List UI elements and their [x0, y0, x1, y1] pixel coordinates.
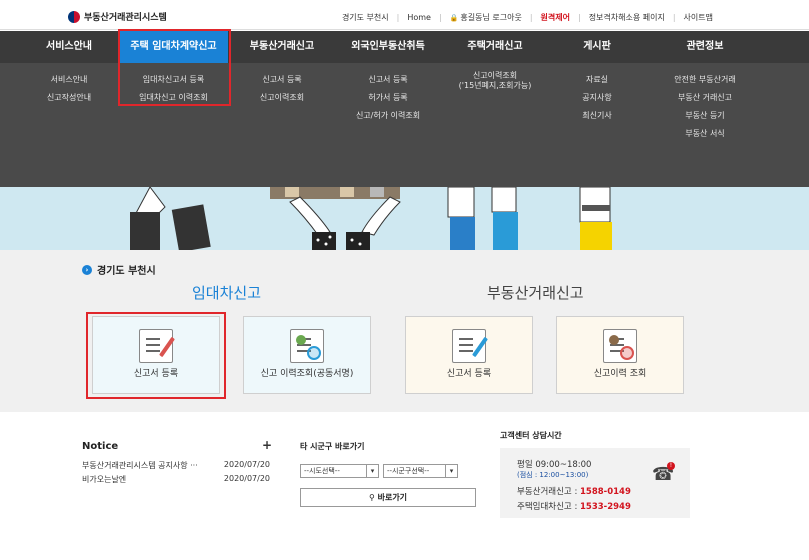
- menu-col-foreigner: 신고서 등록 허가서 등록 신고/허가 이력조회: [340, 71, 436, 125]
- footer-section: Notice + 부동산거래관리시스템 공지사항 ··· 2020/07/20 …: [0, 412, 809, 560]
- menu-item[interactable]: 서비스안내: [30, 71, 108, 89]
- menu-item[interactable]: 최신기사: [567, 107, 627, 125]
- menu-item[interactable]: 신고서 등록: [238, 71, 326, 89]
- government-emblem-icon: [68, 10, 80, 23]
- nav-housing-trade[interactable]: 주택거래신고: [455, 31, 535, 63]
- customer-center-box: 평일 09:00~18:00 (점심 : 12:00~13:00) 부동산거래신…: [500, 448, 690, 518]
- menu-col-board: 자료실 공지사항 최신기사: [567, 71, 627, 125]
- menu-item-note: ('15년폐지,조회가능): [458, 81, 532, 90]
- nav-realestate-trade[interactable]: 부동산거래신고: [238, 31, 326, 63]
- menu-col-trade: 신고서 등록 신고이력조회: [238, 71, 326, 107]
- menu-item[interactable]: 신고서 등록: [340, 71, 436, 89]
- shortcut-title: 타 시군구 바로가기: [300, 442, 365, 451]
- current-region-link[interactable]: 경기도 부천시: [342, 12, 389, 23]
- trade-register-card[interactable]: 신고서 등록: [405, 316, 533, 394]
- document-search-icon: [603, 329, 637, 363]
- search-icon: ⚲: [368, 493, 375, 502]
- nav-related-info[interactable]: 관련정보: [672, 31, 738, 63]
- menu-item[interactable]: 신고/허가 이력조회: [340, 107, 436, 125]
- sitemap-link[interactable]: 사이트맵: [684, 12, 713, 23]
- lunch-hours: (점심 : 12:00~13:00): [517, 470, 588, 480]
- menu-item[interactable]: 부동산 등기: [660, 107, 750, 125]
- nav-service-guide[interactable]: 서비스안내: [30, 31, 108, 63]
- notice-row-title[interactable]: 비가오는날엔: [82, 474, 126, 485]
- logout-link[interactable]: 홍길동님 로그아웃: [460, 12, 521, 23]
- trade-phone-number[interactable]: 1588-0149: [580, 487, 631, 497]
- nav-board[interactable]: 게시판: [567, 31, 627, 63]
- rental-phone-label: 주택임대차신고 :: [517, 502, 581, 512]
- menu-col-related: 안전한 부동산거래 부동산 거래신고 부동산 등기 부동산 서식: [660, 71, 750, 143]
- document-search-icon: [290, 329, 324, 363]
- card-highlight-box: [86, 312, 226, 399]
- phone-badge-icon: !: [667, 462, 675, 470]
- utility-links: 경기도 부천시 | Home | 🔒 홍길동님 로그아웃 | 원격제어 | 정보…: [341, 12, 713, 23]
- sido-select[interactable]: --시도선택-- ▾: [300, 464, 379, 478]
- trade-section-title: 부동산거래신고: [487, 284, 584, 302]
- rental-history-card[interactable]: 신고 이력조회(공동서명): [243, 316, 371, 394]
- trade-phone-line: 부동산거래신고 : 1588-0149: [517, 485, 631, 497]
- customer-center-title: 고객센터 상담시간: [500, 431, 562, 440]
- site-logo-text: 부동산거래관리시스템: [84, 13, 167, 23]
- menu-col-service: 서비스안내 신고작성안내: [30, 71, 108, 107]
- menu-item[interactable]: 신고작성안내: [30, 89, 108, 107]
- menu-item[interactable]: 안전한 부동산거래: [660, 71, 750, 89]
- card-label: 신고서 등록: [446, 369, 492, 379]
- notice-row-title[interactable]: 부동산거래관리시스템 공지사항 ···: [82, 460, 198, 471]
- top-bar: 부동산거래관리시스템 경기도 부천시 | Home | 🔒 홍길동님 로그아웃 …: [0, 0, 809, 30]
- hands-illustration: [130, 187, 612, 250]
- location-text: 경기도 부천시: [97, 266, 156, 277]
- go-button-label: 바로가기: [377, 493, 408, 502]
- sido-select-value: --시도선택--: [304, 467, 340, 475]
- notice-title: Notice: [82, 441, 119, 452]
- hero-banner: [0, 187, 809, 250]
- menu-item[interactable]: 부동산 거래신고: [660, 89, 750, 107]
- menu-item[interactable]: 자료실: [567, 71, 627, 89]
- rental-phone-line: 주택임대차신고 : 1533-2949: [517, 500, 631, 512]
- chevron-right-icon: ›: [82, 264, 92, 275]
- rental-phone-number[interactable]: 1533-2949: [580, 502, 631, 512]
- notice-row[interactable]: 부동산거래관리시스템 공지사항 ··· 2020/07/20: [82, 460, 270, 471]
- menu-col-housing: 신고이력조회 ('15년폐지,조회가능): [440, 71, 550, 91]
- menu-item[interactable]: 신고이력조회: [440, 71, 550, 81]
- menu-item[interactable]: 신고이력조회: [238, 89, 326, 107]
- notice-row-date: 2020/07/20: [223, 460, 270, 469]
- accessibility-page-link[interactable]: 정보격차해소용 페이지: [589, 12, 665, 23]
- site-logo[interactable]: 부동산거래관리시스템: [68, 10, 167, 23]
- chevron-down-icon: ▾: [366, 465, 378, 477]
- notice-row-date: 2020/07/20: [223, 474, 270, 483]
- card-label: 신고 이력조회(공동서명): [260, 369, 354, 379]
- location-indicator: › 경기도 부천시: [82, 262, 156, 277]
- lock-icon: 🔒: [449, 13, 459, 22]
- card-label: 신고이력 조회: [593, 369, 647, 379]
- lunch-hours-text: (점심 : 12:00~13:00): [517, 471, 589, 479]
- go-button[interactable]: ⚲ 바로가기: [300, 488, 476, 507]
- home-link[interactable]: Home: [407, 13, 431, 22]
- menu-item[interactable]: 부동산 서식: [660, 125, 750, 143]
- weekday-hours: 평일 09:00~18:00: [517, 460, 592, 470]
- notice-row[interactable]: 비가오는날엔 2020/07/20: [82, 474, 270, 485]
- nav-foreigner-acquisition[interactable]: 외국인부동산취득: [340, 31, 436, 63]
- sigungu-select[interactable]: --시군구선택-- ▾: [383, 464, 458, 478]
- trade-history-card[interactable]: 신고이력 조회: [556, 316, 684, 394]
- remote-control-link[interactable]: 원격제어: [541, 12, 570, 23]
- menu-item[interactable]: 허가서 등록: [340, 89, 436, 107]
- notice-more-button[interactable]: +: [262, 438, 272, 452]
- rental-section-title: 임대차신고: [192, 284, 262, 302]
- menu-highlight-box: [118, 29, 231, 106]
- trade-phone-label: 부동산거래신고 :: [517, 487, 581, 497]
- chevron-down-icon: ▾: [445, 465, 457, 477]
- menu-item[interactable]: 공지사항: [567, 89, 627, 107]
- document-pen-icon: [452, 329, 488, 363]
- sigungu-select-value: --시군구선택--: [387, 467, 430, 475]
